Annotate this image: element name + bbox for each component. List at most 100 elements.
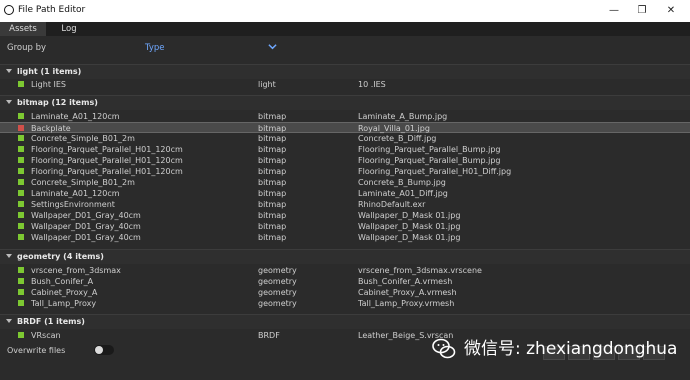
asset-name: Flooring_Parquet_Parallel_H01_120cm xyxy=(31,145,183,154)
asset-type: bitmap xyxy=(258,156,287,165)
overwrite-files-toggle[interactable] xyxy=(94,345,114,355)
table-row[interactable]: Flooring_Parquet_Parallel_H01_120cm bitm… xyxy=(0,166,690,177)
asset-type: bitmap xyxy=(258,112,287,121)
section-title: BRDF (1 items) xyxy=(17,317,85,326)
asset-name: Laminate_A01_120cm xyxy=(31,112,120,121)
status-ok-icon xyxy=(18,168,24,174)
asset-file: vrscene_from_3dsmax.vrscene xyxy=(358,266,482,275)
group-by-bar: Group by Type xyxy=(0,38,690,56)
asset-file: Laminate_A01_Diff.jpg xyxy=(358,189,448,198)
table-row[interactable]: Concrete_Simple_B01_2m bitmap Concrete_B… xyxy=(0,177,690,188)
status-missing-icon xyxy=(18,125,24,131)
caret-down-icon xyxy=(6,100,12,104)
table-row-selected[interactable]: Backplate bitmap Royal_Villa_01.jpg xyxy=(0,122,690,133)
group-by-label: Group by xyxy=(7,43,47,53)
watermark: 微信号: zhexiangdonghua xyxy=(430,330,688,368)
status-ok-icon xyxy=(18,267,24,273)
asset-type: bitmap xyxy=(258,124,287,133)
asset-name: Backplate xyxy=(31,124,71,133)
status-ok-icon xyxy=(18,190,24,196)
section-header-light[interactable]: light (1 items) xyxy=(0,64,690,79)
asset-file: Wallpaper_D_Mask 01.jpg xyxy=(358,233,461,242)
asset-file: Royal_Villa_01.jpg xyxy=(358,124,430,133)
table-row[interactable]: Laminate_A01_120cm bitmap Laminate_A01_D… xyxy=(0,188,690,199)
asset-name: Flooring_Parquet_Parallel_H01_120cm xyxy=(31,156,183,165)
asset-type: bitmap xyxy=(258,211,287,220)
asset-type: geometry xyxy=(258,266,297,275)
status-ok-icon xyxy=(18,179,24,185)
table-row[interactable]: Bush_Conifer_A geometry Bush_Conifer_A.v… xyxy=(0,276,690,287)
asset-name: Wallpaper_D01_Gray_40cm xyxy=(31,222,141,231)
asset-type: bitmap xyxy=(258,167,287,176)
asset-file: Cabinet_Proxy_A.vrmesh xyxy=(358,288,457,297)
asset-file: Flooring_Parquet_Parallel_Bump.jpg xyxy=(358,156,501,165)
caret-down-icon xyxy=(6,69,12,73)
maximize-button[interactable]: ❐ xyxy=(632,3,652,19)
asset-name: Light IES xyxy=(31,80,66,89)
status-ok-icon xyxy=(18,289,24,295)
toggle-knob xyxy=(95,346,103,354)
overwrite-files-label: Overwrite files xyxy=(7,346,66,355)
asset-file: Wallpaper_D_Mask 01.jpg xyxy=(358,211,461,220)
asset-name: SettingsEnvironment xyxy=(31,200,115,209)
asset-file: Concrete_B_Diff.jpg xyxy=(358,134,437,143)
asset-name: Laminate_A01_120cm xyxy=(31,189,120,198)
status-ok-icon xyxy=(18,234,24,240)
minimize-button[interactable]: — xyxy=(604,3,624,19)
tab-assets[interactable]: Assets xyxy=(0,22,46,36)
asset-file: Wallpaper_D_Mask 01.jpg xyxy=(358,222,461,231)
group-by-select[interactable]: Type xyxy=(145,43,165,53)
status-ok-icon xyxy=(18,332,24,338)
section-header-bitmap[interactable]: bitmap (12 items) xyxy=(0,95,690,110)
table-row[interactable]: Light IES light 10 .IES xyxy=(0,79,690,90)
status-ok-icon xyxy=(18,278,24,284)
asset-file: RhinoDefault.exr xyxy=(358,200,426,209)
asset-file: Flooring_Parquet_Parallel_H01_Diff.jpg xyxy=(358,167,512,176)
asset-file: Laminate_A_Bump.jpg xyxy=(358,112,448,121)
chevron-down-icon[interactable] xyxy=(268,42,277,51)
asset-list: light (1 items) Light IES light 10 .IES … xyxy=(0,56,690,346)
asset-type: bitmap xyxy=(258,134,287,143)
status-ok-icon xyxy=(18,223,24,229)
table-row[interactable]: Cabinet_Proxy_A geometry Cabinet_Proxy_A… xyxy=(0,287,690,298)
tab-log[interactable]: Log xyxy=(46,22,92,36)
status-ok-icon xyxy=(18,113,24,119)
status-ok-icon xyxy=(18,201,24,207)
table-row[interactable]: vrscene_from_3dsmax geometry vrscene_fro… xyxy=(0,265,690,276)
table-row[interactable]: Wallpaper_D01_Gray_40cm bitmap Wallpaper… xyxy=(0,232,690,243)
asset-name: Wallpaper_D01_Gray_40cm xyxy=(31,233,141,242)
table-row[interactable]: Wallpaper_D01_Gray_40cm bitmap Wallpaper… xyxy=(0,221,690,232)
section-title: geometry (4 items) xyxy=(17,252,104,261)
status-ok-icon xyxy=(18,146,24,152)
table-row[interactable]: Flooring_Parquet_Parallel_H01_120cm bitm… xyxy=(0,144,690,155)
section-title: light (1 items) xyxy=(17,67,82,76)
table-row[interactable]: Tall_Lamp_Proxy geometry Tall_Lamp_Proxy… xyxy=(0,298,690,309)
asset-type: geometry xyxy=(258,288,297,297)
table-row[interactable]: Laminate_A01_120cm bitmap Laminate_A_Bum… xyxy=(0,111,690,122)
asset-type: bitmap xyxy=(258,222,287,231)
asset-name: vrscene_from_3dsmax xyxy=(31,266,121,275)
asset-name: Flooring_Parquet_Parallel_H01_120cm xyxy=(31,167,183,176)
asset-file: Flooring_Parquet_Parallel_Bump.jpg xyxy=(358,145,501,154)
status-ok-icon xyxy=(18,300,24,306)
asset-type: bitmap xyxy=(258,178,287,187)
watermark-text: 微信号: zhexiangdonghua xyxy=(464,339,678,359)
asset-file: Tall_Lamp_Proxy.vrmesh xyxy=(358,299,455,308)
section-header-brdf[interactable]: BRDF (1 items) xyxy=(0,314,690,329)
section-header-geometry[interactable]: geometry (4 items) xyxy=(0,249,690,264)
window-title: File Path Editor xyxy=(18,5,86,15)
asset-type: bitmap xyxy=(258,189,287,198)
asset-type: bitmap xyxy=(258,200,287,209)
asset-name: Cabinet_Proxy_A xyxy=(31,288,98,297)
table-row[interactable]: Concrete_Simple_B01_2m bitmap Concrete_B… xyxy=(0,133,690,144)
asset-type: geometry xyxy=(258,299,297,308)
table-row[interactable]: Wallpaper_D01_Gray_40cm bitmap Wallpaper… xyxy=(0,210,690,221)
app-logo-icon xyxy=(4,5,14,15)
table-row[interactable]: SettingsEnvironment bitmap RhinoDefault.… xyxy=(0,199,690,210)
table-row[interactable]: Flooring_Parquet_Parallel_H01_120cm bitm… xyxy=(0,155,690,166)
tab-bar: Assets Log xyxy=(0,22,690,36)
asset-name: Bush_Conifer_A xyxy=(31,277,94,286)
close-button[interactable]: ✕ xyxy=(661,3,681,19)
asset-name: VRscan xyxy=(31,331,61,340)
asset-file: Bush_Conifer_A.vrmesh xyxy=(358,277,453,286)
